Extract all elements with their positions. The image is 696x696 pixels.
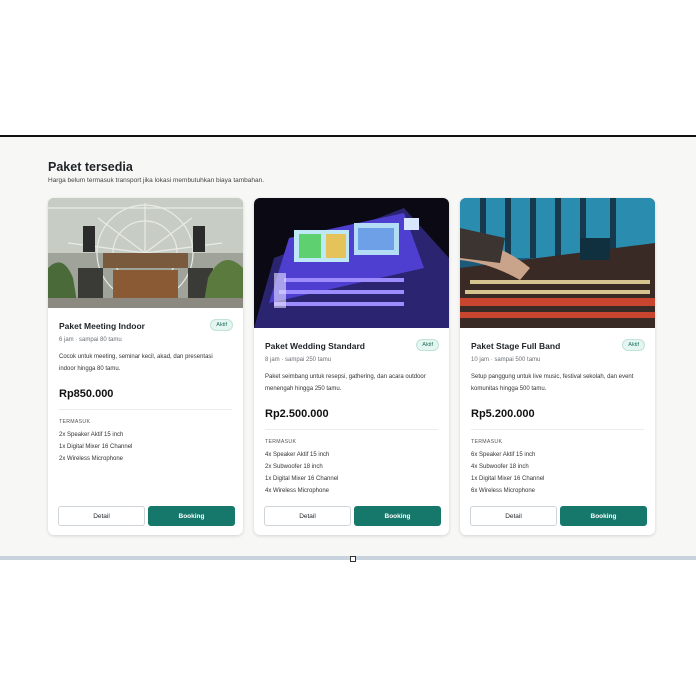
includes-list: 2x Speaker Aktif 15 inch 1x Digital Mixe… [59, 429, 132, 465]
list-item: 1x Digital Mixer 16 Channel [59, 444, 133, 450]
package-title: Paket Stage Full Band [471, 341, 561, 351]
detail-button[interactable]: Detail [470, 506, 557, 526]
package-meta: 8 jam · sampai 250 tamu [265, 357, 332, 363]
package-image [48, 198, 243, 308]
list-item: 2x Speaker Aktif 15 inch [59, 432, 124, 438]
window-bottom-edge [0, 556, 696, 560]
divider [471, 429, 644, 430]
list-item: 6x Wireless Microphone [471, 488, 536, 494]
includes-list: 6x Speaker Aktif 15 inch 4x Subwoofer 18… [471, 449, 544, 497]
package-meta: 6 jam · sampai 80 tamu [59, 337, 122, 343]
list-item: 1x Digital Mixer 16 Channel [265, 476, 339, 482]
package-price: Rp850.000 [59, 388, 114, 400]
list-item: 4x Wireless Microphone [265, 488, 330, 494]
divider [265, 429, 438, 430]
resize-handle[interactable] [350, 556, 356, 562]
package-image [460, 198, 655, 328]
includes-list: 4x Speaker Aktif 15 inch 2x Subwoofer 18… [265, 449, 338, 497]
list-item: 2x Subwoofer 18 inch [265, 464, 323, 470]
status-badge: Aktif [416, 339, 439, 351]
package-description: Paket seimbang untuk resepsi, gathering,… [265, 374, 426, 392]
package-card-stage-full-band: Paket Stage Full Band Aktif 10 jam · sam… [460, 198, 655, 535]
package-meta: 10 jam · sampai 500 tamu [471, 357, 541, 363]
includes-label: TERMASUK [265, 439, 297, 445]
package-title: Paket Wedding Standard [265, 341, 365, 351]
booking-button[interactable]: Booking [148, 506, 235, 526]
divider [59, 409, 232, 410]
includes-label: TERMASUK [59, 419, 91, 425]
package-price: Rp5.200.000 [471, 408, 535, 420]
detail-button[interactable]: Detail [264, 506, 351, 526]
detail-button[interactable]: Detail [58, 506, 145, 526]
package-card-meeting-indoor: Paket Meeting Indoor Aktif 6 jam · sampa… [48, 198, 243, 535]
section-title: Paket tersedia [48, 160, 133, 174]
list-item: 6x Speaker Aktif 15 inch [471, 452, 536, 458]
booking-button[interactable]: Booking [354, 506, 441, 526]
status-badge: Aktif [622, 339, 645, 351]
package-price: Rp2.500.000 [265, 408, 329, 420]
package-card-wedding-standard: Paket Wedding Standard Aktif 8 jam · sam… [254, 198, 449, 535]
package-image [254, 198, 449, 328]
booking-button[interactable]: Booking [560, 506, 647, 526]
includes-label: TERMASUK [471, 439, 503, 445]
package-description: Setup panggung untuk live music, festiva… [471, 374, 634, 392]
list-item: 2x Wireless Microphone [59, 456, 124, 462]
list-item: 1x Digital Mixer 16 Channel [471, 476, 545, 482]
package-description: Cocok untuk meeting, seminar kecil, akad… [59, 354, 213, 372]
list-item: 4x Subwoofer 18 inch [471, 464, 529, 470]
package-title: Paket Meeting Indoor [59, 321, 145, 331]
section-subtitle: Harga belum termasuk transport jika loka… [48, 177, 265, 184]
status-badge: Aktif [210, 319, 233, 331]
list-item: 4x Speaker Aktif 15 inch [265, 452, 330, 458]
